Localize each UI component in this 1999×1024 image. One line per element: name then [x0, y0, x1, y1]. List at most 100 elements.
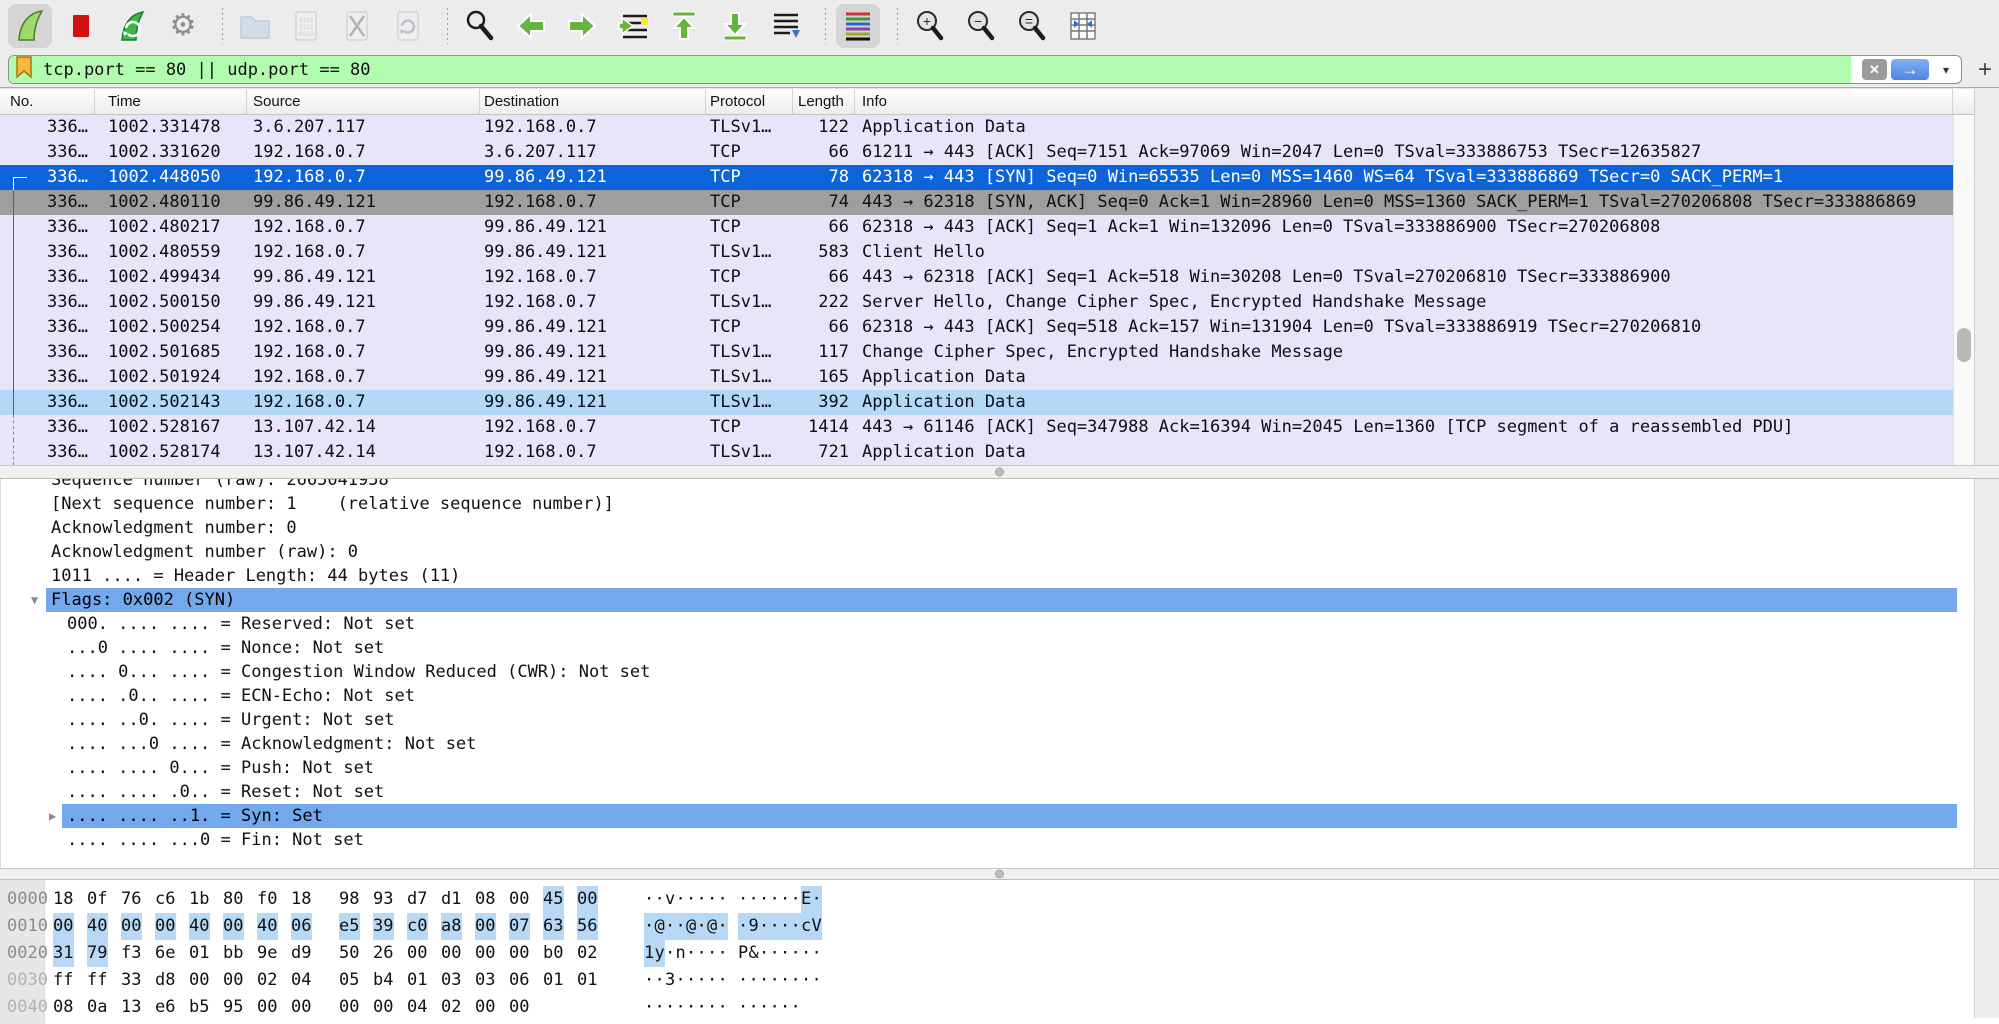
cell-length: 66: [793, 315, 855, 340]
display-filter-input[interactable]: tcp.port == 80 || udp.port == 80 ✕ → ▾: [8, 55, 1962, 84]
detail-text: Sequence number (raw): 2665041958: [51, 479, 1957, 492]
cell-info: 443 → 62318 [ACK] Seq=1 Ack=518 Win=3020…: [855, 265, 1953, 290]
go-first-icon[interactable]: [662, 4, 706, 48]
hex-row[interactable]: 00203179f36e01bb9ed9502600000000b0021y·n…: [0, 940, 1974, 967]
collapse-arrow-icon[interactable]: ▼: [31, 588, 38, 612]
hex-ascii: 1y·n····P&······: [644, 940, 822, 967]
filter-add-button[interactable]: +: [1972, 56, 1998, 84]
detail-line[interactable]: .... 0... .... = Congestion Window Reduc…: [1, 660, 1957, 684]
go-forward-icon[interactable]: [560, 4, 604, 48]
detail-line[interactable]: .... ...0 .... = Acknowledgment: Not set: [1, 732, 1957, 756]
detail-line[interactable]: 000. .... .... = Reserved: Not set: [1, 612, 1957, 636]
go-to-packet-icon[interactable]: [611, 4, 655, 48]
cell-protocol: TLSv1…: [706, 240, 793, 265]
packet-row[interactable]: 336…1002.331620192.168.0.73.6.207.117TCP…: [0, 140, 1953, 165]
restart-capture-icon[interactable]: [110, 4, 154, 48]
packet-bytes-pane: 0000180f76c61b80f0189893d7d108004500··v·…: [0, 880, 1974, 1024]
stop-capture-icon[interactable]: [59, 4, 103, 48]
filter-bookmark-icon[interactable]: [14, 55, 34, 84]
detail-line[interactable]: Sequence number (raw): 2665041958: [1, 479, 1957, 492]
filter-dropdown-chevron[interactable]: ▾: [1937, 63, 1955, 77]
detail-line[interactable]: .... .... .0.. = Reset: Not set: [1, 780, 1957, 804]
zoom-in-icon[interactable]: +: [908, 4, 952, 48]
packet-row[interactable]: 336…1002.50015099.86.49.121192.168.0.7TL…: [0, 290, 1953, 315]
detail-line[interactable]: ...0 .... .... = Nonce: Not set: [1, 636, 1957, 660]
cell-source: 192.168.0.7: [247, 240, 480, 265]
detail-line[interactable]: ▼Flags: 0x002 (SYN): [1, 588, 1957, 612]
go-last-icon[interactable]: [713, 4, 757, 48]
packet-row[interactable]: 336…1002.501924192.168.0.799.86.49.121TL…: [0, 365, 1953, 390]
filter-clear-button[interactable]: ✕: [1862, 59, 1887, 80]
packet-row[interactable]: 336…1002.502143192.168.0.799.86.49.121TL…: [0, 390, 1953, 415]
filter-expression-text[interactable]: tcp.port == 80 || udp.port == 80: [43, 60, 1862, 80]
find-packet-icon[interactable]: [458, 4, 502, 48]
detail-line[interactable]: .... .0.. .... = ECN-Echo: Not set: [1, 684, 1957, 708]
detail-line[interactable]: 1011 .... = Header Length: 44 bytes (11): [1, 564, 1957, 588]
cell-destination: 99.86.49.121: [480, 390, 706, 415]
svg-text:=: =: [1025, 13, 1033, 29]
detail-line[interactable]: .... .... 0... = Push: Not set: [1, 756, 1957, 780]
details-bytes-splitter[interactable]: [0, 868, 1999, 880]
detail-line[interactable]: .... .... ...0 = Fin: Not set: [1, 828, 1957, 852]
cell-protocol: TLSv1…: [706, 390, 793, 415]
cell-protocol: TCP: [706, 215, 793, 240]
hex-row[interactable]: 00100040000040004006e539c0a800076356·@··…: [0, 913, 1974, 940]
hex-row[interactable]: 0040080a13e6b5950000000004020000········…: [0, 994, 1974, 1021]
cell-length: 117: [793, 340, 855, 365]
detail-line[interactable]: Acknowledgment number (raw): 0: [1, 540, 1957, 564]
packet-row[interactable]: 336…1002.3314783.6.207.117192.168.0.7TLS…: [0, 115, 1953, 140]
resize-columns-icon[interactable]: [1061, 4, 1105, 48]
column-header-time[interactable]: Time: [95, 89, 247, 114]
column-header-destination[interactable]: Destination: [480, 89, 706, 114]
packet-row[interactable]: 336…1002.500254192.168.0.799.86.49.121TC…: [0, 315, 1953, 340]
auto-scroll-icon[interactable]: [764, 4, 808, 48]
column-header-no[interactable]: No.: [0, 89, 95, 114]
packet-row[interactable]: 336…1002.48011099.86.49.121192.168.0.7TC…: [0, 190, 1953, 215]
detail-line[interactable]: Acknowledgment number: 0: [1, 516, 1957, 540]
cell-time: 1002.480217: [95, 215, 247, 240]
packet-row[interactable]: 336…1002.49943499.86.49.121192.168.0.7TC…: [0, 265, 1953, 290]
cell-info: Application Data: [855, 365, 1953, 390]
column-header-source[interactable]: Source: [247, 89, 480, 114]
hex-row[interactable]: 0000180f76c61b80f0189893d7d108004500··v·…: [0, 886, 1974, 913]
packet-list-scrollbar-track[interactable]: [1953, 115, 1975, 465]
capture-options-icon[interactable]: ⚙: [161, 4, 205, 48]
splitter-handle-dot: [995, 468, 1004, 477]
cell-time: 1002.500150: [95, 290, 247, 315]
list-details-splitter[interactable]: [0, 465, 1999, 479]
packet-list: 336…1002.3314783.6.207.117192.168.0.7TLS…: [0, 115, 1953, 465]
detail-line[interactable]: ▶.... .... ..1. = Syn: Set: [1, 804, 1957, 828]
packet-row[interactable]: 336…1002.480217192.168.0.799.86.49.121TC…: [0, 215, 1953, 240]
zoom-reset-icon[interactable]: =: [1010, 4, 1054, 48]
cell-time: 1002.480110: [95, 190, 247, 215]
cell-source: 192.168.0.7: [247, 365, 480, 390]
packet-list-scrollbar-thumb[interactable]: [1957, 328, 1971, 362]
start-capture-icon[interactable]: [8, 4, 52, 48]
expand-arrow-icon[interactable]: ▶: [49, 804, 56, 828]
cell-no: 336…: [0, 140, 95, 165]
detail-line[interactable]: .... ..0. .... = Urgent: Not set: [1, 708, 1957, 732]
column-header-length[interactable]: Length: [793, 89, 855, 114]
detail-text: ...0 .... .... = Nonce: Not set: [67, 636, 1957, 660]
packet-row[interactable]: 336…1002.52817413.107.42.14192.168.0.7TL…: [0, 440, 1953, 465]
cell-no: 336…: [0, 265, 95, 290]
packet-row[interactable]: 336…1002.448050192.168.0.799.86.49.121TC…: [0, 165, 1953, 190]
go-back-icon[interactable]: [509, 4, 553, 48]
hex-bytes: 0040000040004006e539c0a800076356: [53, 913, 598, 940]
cell-time: 1002.502143: [95, 390, 247, 415]
column-header-protocol[interactable]: Protocol: [706, 89, 793, 114]
filter-apply-button[interactable]: →: [1891, 59, 1929, 80]
splitter-handle-dot: [995, 870, 1004, 879]
packet-row[interactable]: 336…1002.480559192.168.0.799.86.49.121TL…: [0, 240, 1953, 265]
colorize-icon[interactable]: [836, 4, 880, 48]
cell-length: 222: [793, 290, 855, 315]
detail-line[interactable]: [Next sequence number: 1 (relative seque…: [1, 492, 1957, 516]
zoom-out-icon[interactable]: −: [959, 4, 1003, 48]
column-header-info[interactable]: Info: [855, 89, 1953, 114]
hex-offset: 0030: [7, 967, 48, 994]
packet-row[interactable]: 336…1002.501685192.168.0.799.86.49.121TL…: [0, 340, 1953, 365]
cell-info: 62318 → 443 [ACK] Seq=518 Ack=157 Win=13…: [855, 315, 1953, 340]
hex-row[interactable]: 0030ffff33d80000020405b4010303060101··3·…: [0, 967, 1974, 994]
main-toolbar: ⚙011001100110+−=: [0, 0, 1999, 52]
packet-row[interactable]: 336…1002.52816713.107.42.14192.168.0.7TC…: [0, 415, 1953, 440]
